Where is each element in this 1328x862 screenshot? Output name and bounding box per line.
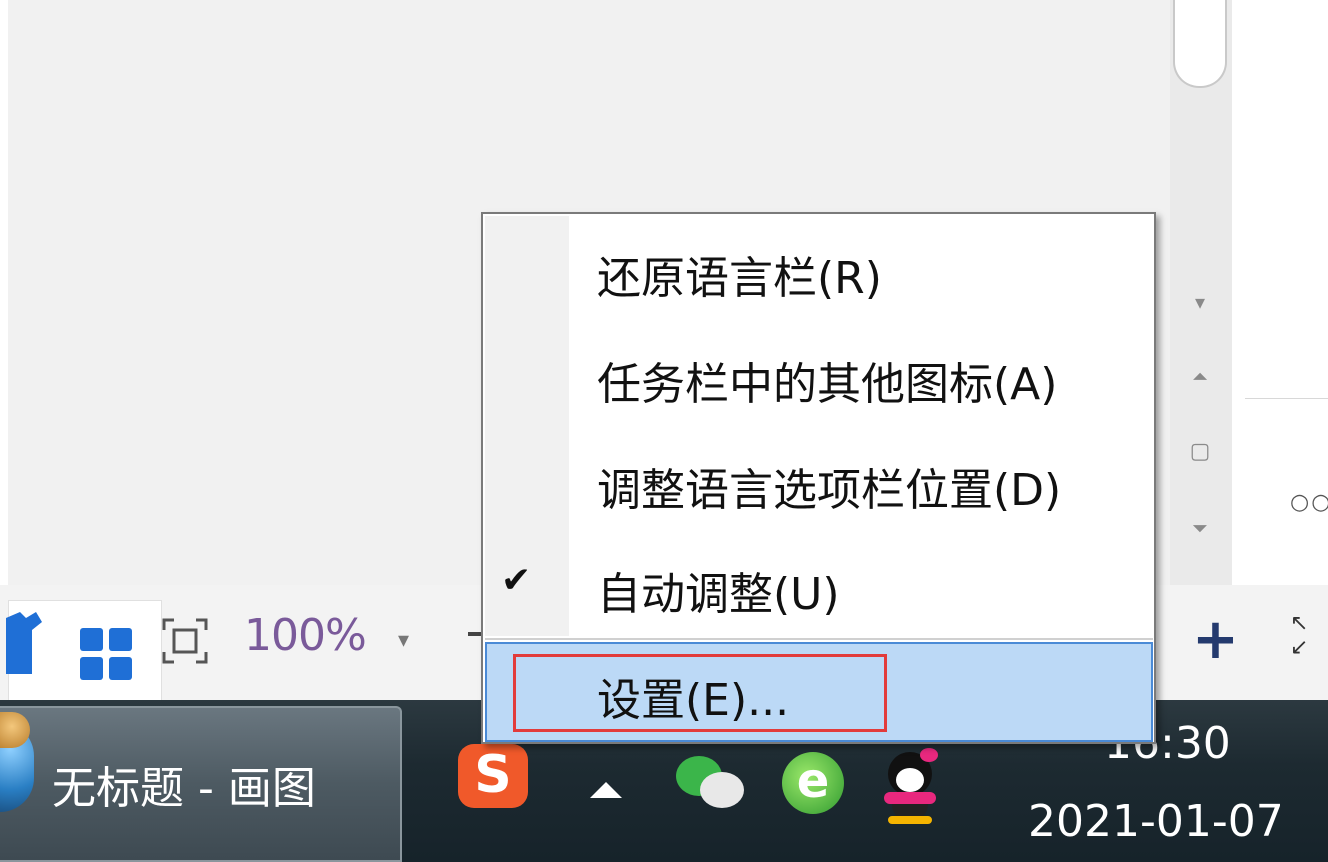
page-up-icon[interactable]: ⏶ — [1186, 362, 1214, 390]
menu-item-adjust-language-bar-position[interactable]: 调整语言选项栏位置(D) — [485, 432, 1153, 532]
zoom-dropdown-chevron-icon[interactable]: ▾ — [398, 628, 409, 653]
menu-item-auto-adjust[interactable]: ✔ 自动调整(U) — [485, 536, 1153, 636]
menu-item-label: 自动调整(U) — [597, 569, 840, 620]
fit-to-window-icon[interactable] — [160, 616, 210, 666]
thumbnail-grid-icon[interactable] — [80, 628, 134, 682]
shirt-icon[interactable] — [6, 612, 42, 674]
menu-item-restore-language-bar[interactable]: 还原语言栏(R) — [485, 220, 1153, 320]
qq-icon[interactable] — [878, 748, 942, 824]
fullscreen-expand-icon[interactable]: ↖ ↙ — [1290, 612, 1308, 660]
menu-item-other-taskbar-icons[interactable]: 任务栏中的其他图标(A) — [485, 326, 1153, 426]
ie-browser-icon[interactable]: e — [782, 752, 844, 814]
more-options-icon[interactable]: ○○ — [1290, 490, 1328, 515]
sogou-input-icon[interactable]: S — [458, 744, 528, 808]
menu-item-label: 还原语言栏(R) — [597, 253, 882, 304]
zoom-in-button[interactable]: + — [1192, 612, 1239, 668]
fit-page-icon[interactable]: ▢ — [1186, 438, 1214, 466]
vertical-scrollbar-thumb[interactable] — [1173, 0, 1227, 88]
page-down-icon[interactable]: ⏷ — [1186, 514, 1214, 542]
menu-item-label: 任务栏中的其他图标(A) — [597, 359, 1058, 410]
annotation-highlight-box — [513, 654, 887, 732]
tray-expand-icon[interactable] — [590, 782, 622, 798]
menu-separator — [485, 638, 1153, 640]
clock-date[interactable]: 2021-01-07 — [1028, 796, 1284, 847]
wechat-icon[interactable] — [672, 750, 748, 812]
taskbar-window-label: 无标题 - 画图 — [52, 763, 316, 814]
scroll-down-arrow-icon[interactable]: ▾ — [1186, 288, 1214, 316]
panel-divider — [1245, 398, 1328, 399]
checkmark-icon: ✔ — [501, 560, 532, 601]
menu-item-label: 调整语言选项栏位置(D) — [597, 465, 1062, 516]
zoom-level[interactable]: 100% — [244, 610, 367, 661]
zoom-out-button[interactable] — [468, 632, 482, 636]
